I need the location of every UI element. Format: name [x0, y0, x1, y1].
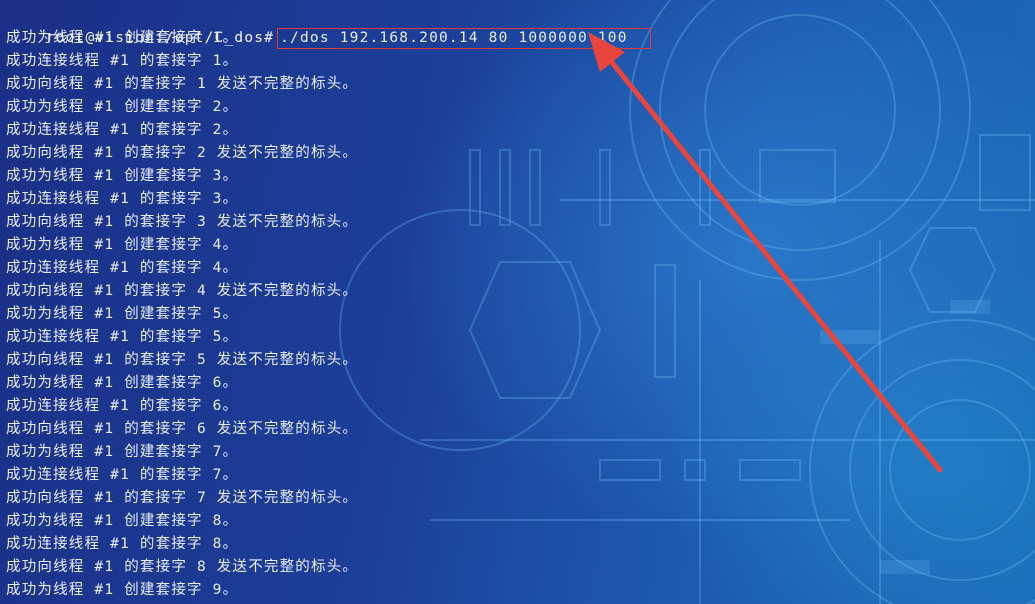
- arrow-shaft: [599, 47, 943, 473]
- arrow-head: [588, 32, 625, 72]
- red-arrow-icon: [588, 32, 943, 473]
